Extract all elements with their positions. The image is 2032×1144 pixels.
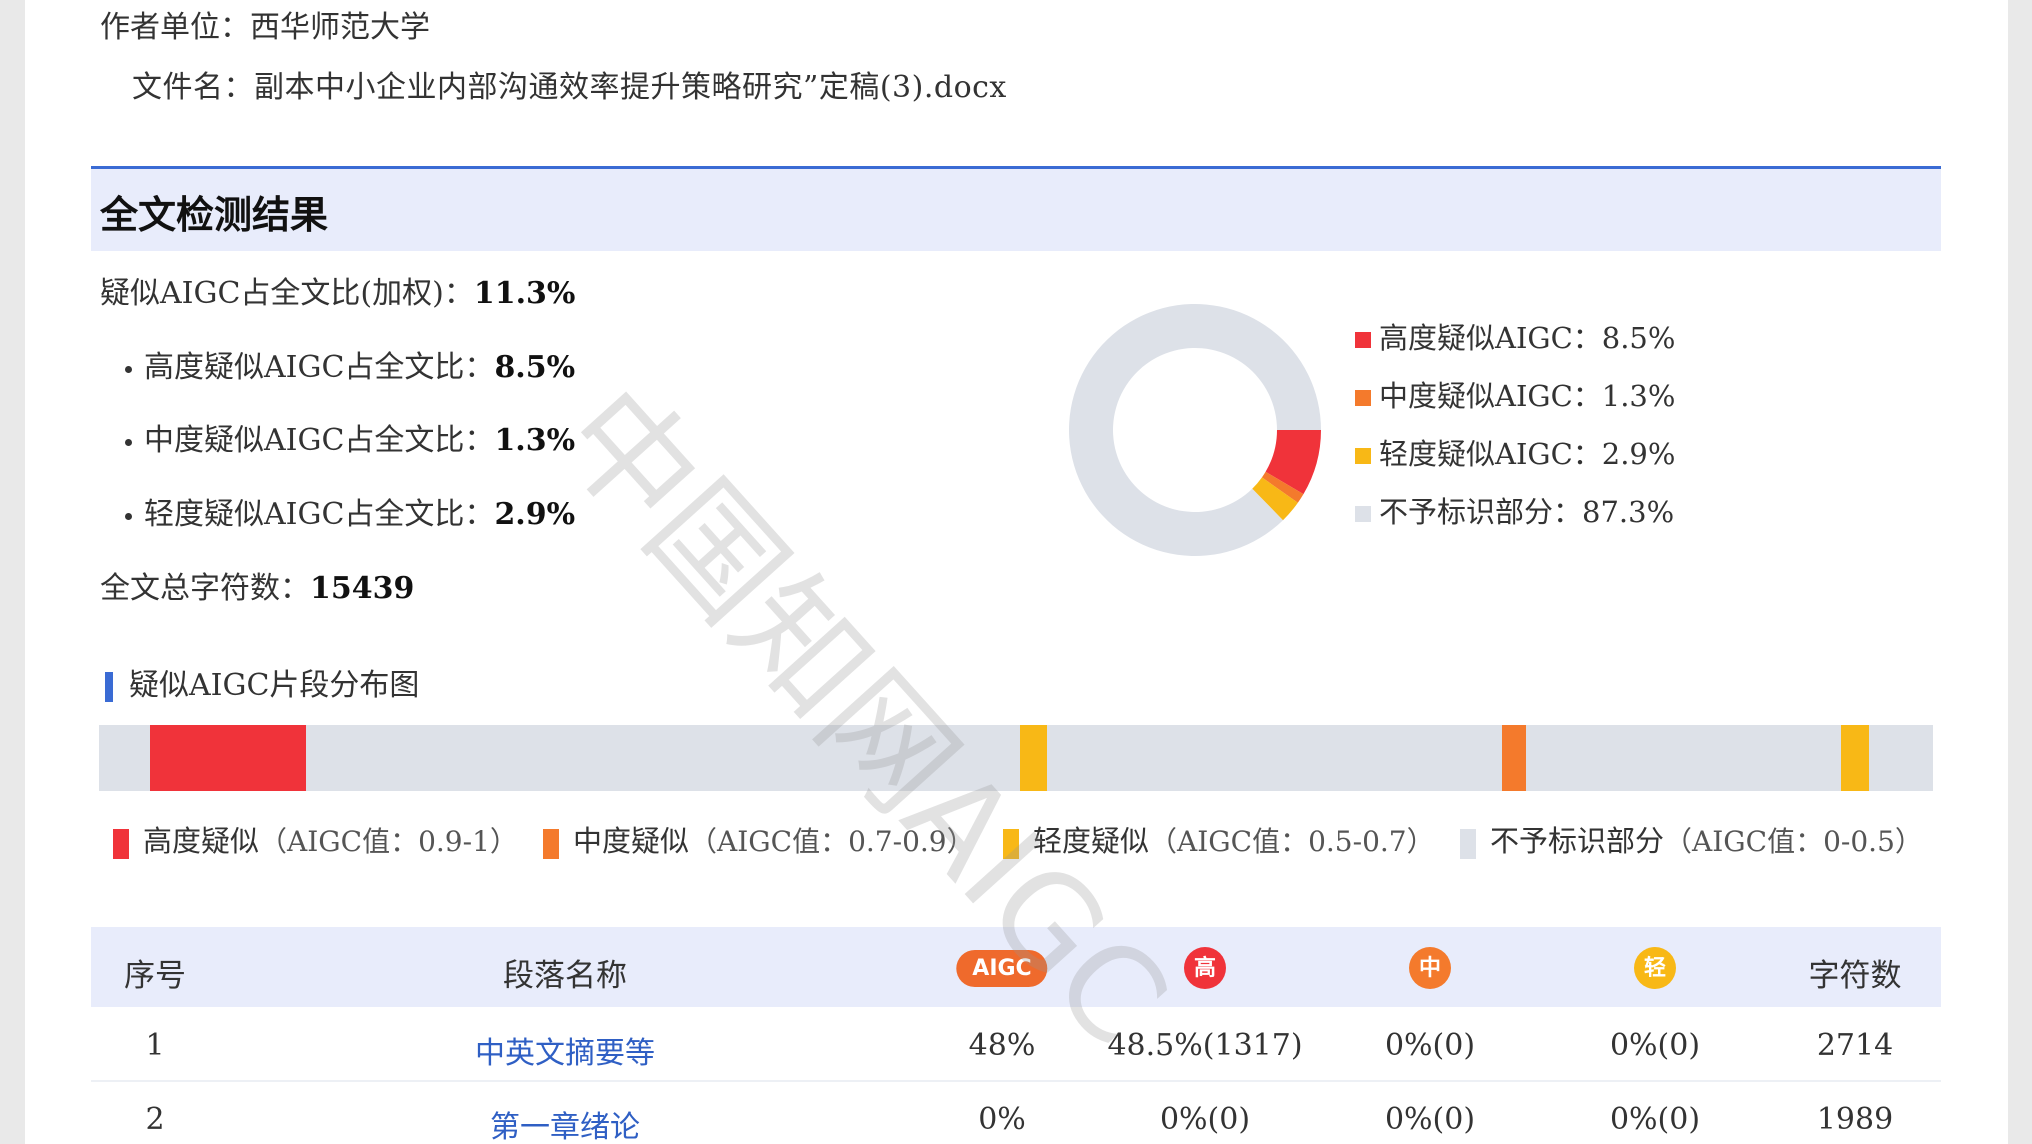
- chars-stat: 全文总字符数：15439: [100, 563, 414, 607]
- dist-legend-low-range: （AIGC值：0.5-0.7）: [1149, 825, 1435, 858]
- header-chars: 字符数: [1808, 958, 1902, 994]
- mid-stat: 中度疑似AIGC占全文比：1.3%: [125, 415, 575, 459]
- pie-legend-mid-text: 中度疑似AIGC：1.3%: [1379, 379, 1676, 413]
- mid-label: 中度疑似AIGC占全文比：: [144, 423, 495, 458]
- low-value: 2.9%: [494, 497, 576, 532]
- dist-segment-low: [1841, 725, 1869, 791]
- row-mid: 0%(0): [1384, 1028, 1476, 1063]
- dist-swatch-low: [1003, 828, 1019, 859]
- row-aigc: 0%: [978, 1102, 1026, 1137]
- dist-legend-high-name: 高度疑似: [143, 824, 260, 858]
- pie-legend-mid: 中度疑似AIGC：1.3%: [1355, 373, 1675, 415]
- row-chars: 1989: [1816, 1102, 1894, 1137]
- low-label: 轻度疑似AIGC占全文比：: [144, 497, 495, 532]
- legend-swatch-mid: [1355, 390, 1371, 406]
- legend-swatch-low: [1355, 448, 1371, 464]
- dist-legend-high-range: （AIGC值：0.9-1）: [259, 825, 518, 858]
- high-stat: 高度疑似AIGC占全文比：8.5%: [125, 342, 575, 386]
- row-index: 1: [145, 1028, 165, 1063]
- heading-marker: [105, 672, 113, 702]
- high-label: 高度疑似AIGC占全文比：: [144, 350, 495, 385]
- overall-label: 疑似AIGC占全文比(加权)：: [100, 276, 474, 311]
- row-divider: [91, 1080, 1941, 1082]
- dist-legend-none: 不予标识部分（AIGC值：0-0.5）: [1460, 818, 1923, 860]
- row-low: 0%(0): [1609, 1028, 1701, 1063]
- chars-value: 15439: [310, 571, 415, 606]
- dist-legend-mid-range: （AIGC值：0.7-0.9）: [689, 825, 975, 858]
- dist-legend-none-range: （AIGC值：0-0.5）: [1664, 825, 1923, 858]
- dist-legend-low-name: 轻度疑似: [1033, 824, 1150, 858]
- dist-swatch-none: [1460, 828, 1476, 859]
- distribution-bar: [99, 725, 1933, 791]
- overall-stat: 疑似AIGC占全文比(加权)：11.3%: [100, 268, 575, 312]
- row-name-link[interactable]: 中英文摘要等: [475, 1028, 655, 1072]
- dist-legend-none-name: 不予标识部分: [1490, 824, 1665, 858]
- dist-legend-mid-name: 中度疑似: [573, 824, 690, 858]
- row-mid: 0%(0): [1384, 1102, 1476, 1137]
- file-line: 文件名：副本中小企业内部沟通效率提升策略研究”定稿(3).docx: [132, 62, 1007, 106]
- section-title: 全文检测结果: [100, 193, 329, 237]
- distribution-heading: 疑似AIGC片段分布图: [105, 660, 419, 704]
- row-name-link[interactable]: 第一章绪论: [490, 1102, 640, 1144]
- dist-segment-high: [150, 725, 307, 791]
- bullet-icon: [125, 438, 132, 446]
- dist-swatch-high: [113, 828, 129, 859]
- pie-legend-low-text: 轻度疑似AIGC：2.9%: [1379, 437, 1676, 471]
- row-chars: 2714: [1816, 1028, 1894, 1063]
- mid-value: 1.3%: [494, 423, 576, 458]
- pie-legend-low: 轻度疑似AIGC：2.9%: [1355, 431, 1675, 473]
- bullet-icon: [125, 512, 132, 520]
- legend-swatch-none: [1355, 506, 1371, 522]
- overall-value: 11.3%: [473, 276, 576, 311]
- row-aigc: 48%: [968, 1028, 1036, 1063]
- high-value: 8.5%: [494, 350, 576, 385]
- aigc-badge: AIGC: [956, 950, 1048, 987]
- low-badge-icon: 轻: [1634, 947, 1676, 989]
- dist-segment-mid: [1502, 725, 1526, 791]
- row-index: 2: [145, 1102, 165, 1137]
- section-header-bar: [91, 166, 1941, 251]
- donut-chart: [1069, 304, 1321, 556]
- dist-swatch-mid: [543, 828, 559, 859]
- low-stat: 轻度疑似AIGC占全文比：2.9%: [125, 489, 575, 533]
- author-value: 西华师范大学: [250, 10, 430, 45]
- legend-swatch-high: [1355, 332, 1371, 348]
- header-index: 序号: [124, 958, 186, 994]
- dist-segment-low: [1019, 725, 1048, 791]
- row-low: 0%(0): [1609, 1102, 1701, 1137]
- pie-legend-high-text: 高度疑似AIGC：8.5%: [1379, 321, 1676, 355]
- author-label: 作者单位：: [100, 10, 250, 45]
- header-name: 段落名称: [503, 958, 627, 994]
- report-page: 作者单位：西华师范大学 文件名：副本中小企业内部沟通效率提升策略研究”定稿(3)…: [25, 0, 2008, 1144]
- dist-legend-mid: 中度疑似（AIGC值：0.7-0.9）: [543, 818, 975, 860]
- chars-label: 全文总字符数：: [100, 571, 310, 606]
- mid-badge-icon: 中: [1409, 947, 1451, 989]
- file-value: 副本中小企业内部沟通效率提升策略研究”定稿(3).docx: [254, 70, 1007, 105]
- high-badge-icon: 高: [1184, 947, 1226, 989]
- distribution-title: 疑似AIGC片段分布图: [129, 668, 420, 703]
- file-label: 文件名：: [132, 70, 254, 105]
- pie-legend-none: 不予标识部分：87.3%: [1355, 489, 1674, 531]
- dist-legend-low: 轻度疑似（AIGC值：0.5-0.7）: [1003, 818, 1435, 860]
- pie-legend-none-text: 不予标识部分：87.3%: [1379, 495, 1675, 529]
- dist-legend-high: 高度疑似（AIGC值：0.9-1）: [113, 818, 518, 860]
- author-line: 作者单位：西华师范大学: [100, 2, 430, 46]
- row-high: 0%(0): [1159, 1102, 1251, 1137]
- row-high: 48.5%(1317): [1107, 1028, 1303, 1063]
- pie-legend-high: 高度疑似AIGC：8.5%: [1355, 315, 1675, 357]
- bullet-icon: [125, 365, 132, 373]
